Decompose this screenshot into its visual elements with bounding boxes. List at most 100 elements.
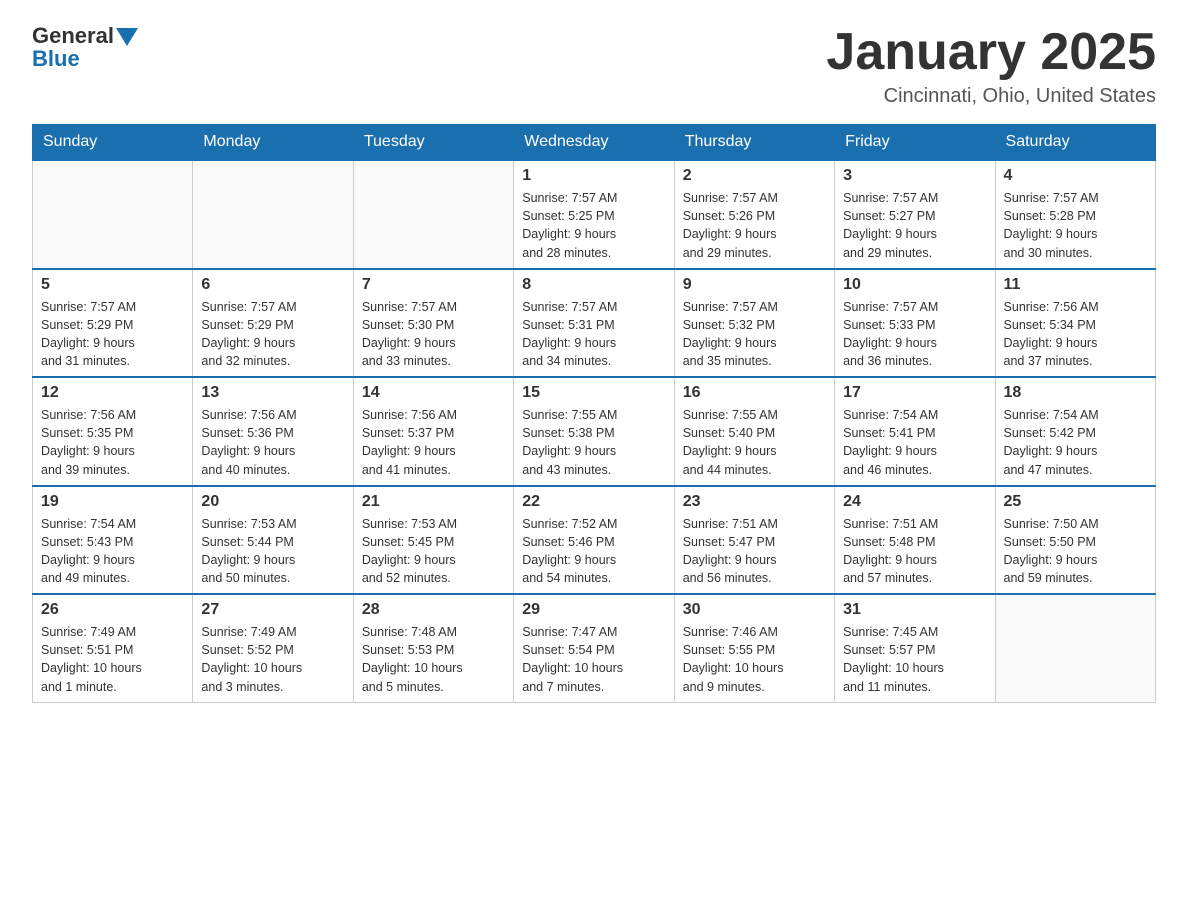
calendar-day-22: 22 Sunrise: 7:52 AMSunset: 5:46 PMDayligh… [514,486,674,595]
calendar-day-9: 9 Sunrise: 7:57 AMSunset: 5:32 PMDaylight… [674,269,834,378]
calendar-day-4: 4Sunrise: 7:57 AMSunset: 5:28 PMDaylight… [995,160,1155,269]
weekday-header-monday: Monday [193,125,353,161]
calendar-day-12: 12 Sunrise: 7:56 AMSunset: 5:35 PMDayligh… [33,377,193,486]
day-info: Sunrise: 7:56 AMSunset: 5:36 PMDaylight:… [201,406,344,479]
calendar-day-31: 31Sunrise: 7:45 AMSunset: 5:57 PMDayligh… [835,594,995,702]
day-info: Sunrise: 7:57 AMSunset: 5:26 PMDaylight:… [683,189,826,262]
calendar-day-6: 6Sunrise: 7:57 AMSunset: 5:29 PMDaylight… [193,269,353,378]
day-number: 22 [522,493,665,511]
day-number: 4 [1004,167,1147,185]
calendar-day-3: 3 Sunrise: 7:57 AMSunset: 5:27 PMDaylight… [835,160,995,269]
calendar-day-empty [33,160,193,269]
calendar-day-26: 26 Sunrise: 7:49 AMSunset: 5:51 PMDayligh… [33,594,193,702]
calendar-week-row: 5 Sunrise: 7:57 AMSunset: 5:29 PMDaylight… [33,269,1156,378]
calendar-day-13: 13 Sunrise: 7:56 AMSunset: 5:36 PMDayligh… [193,377,353,486]
day-info: Sunrise: 7:55 AMSunset: 5:38 PMDaylight:… [522,406,665,479]
calendar-week-row: 19Sunrise: 7:54 AMSunset: 5:43 PMDayligh… [33,486,1156,595]
day-info: Sunrise: 7:54 AMSunset: 5:42 PMDaylight:… [1004,406,1147,479]
day-number: 20 [201,493,344,511]
calendar-day-2: 2 Sunrise: 7:57 AMSunset: 5:26 PMDaylight… [674,160,834,269]
calendar-day-17: 17 Sunrise: 7:54 AMSunset: 5:41 PMDayligh… [835,377,995,486]
day-number: 13 [201,384,344,402]
day-info: Sunrise: 7:56 AMSunset: 5:37 PMDaylight:… [362,406,505,479]
day-info: Sunrise: 7:57 AMSunset: 5:31 PMDaylight:… [522,298,665,371]
weekday-header-wednesday: Wednesday [514,125,674,161]
calendar-day-29: 29 Sunrise: 7:47 AMSunset: 5:54 PMDayligh… [514,594,674,702]
calendar-day-25: 25 Sunrise: 7:50 AMSunset: 5:50 PMDayligh… [995,486,1155,595]
calendar-day-19: 19Sunrise: 7:54 AMSunset: 5:43 PMDayligh… [33,486,193,595]
day-number: 25 [1004,493,1147,511]
day-info: Sunrise: 7:54 AMSunset: 5:41 PMDaylight:… [843,406,986,479]
day-info: Sunrise: 7:57 AMSunset: 5:33 PMDaylight:… [843,298,986,371]
day-number: 24 [843,493,986,511]
day-number: 9 [683,276,826,294]
weekday-header-thursday: Thursday [674,125,834,161]
day-number: 2 [683,167,826,185]
location: Cincinnati, Ohio, United States [826,85,1156,108]
day-info: Sunrise: 7:51 AMSunset: 5:48 PMDaylight:… [843,515,986,588]
day-info: Sunrise: 7:54 AMSunset: 5:43 PMDaylight:… [41,515,184,588]
calendar-day-empty [193,160,353,269]
calendar-day-23: 23 Sunrise: 7:51 AMSunset: 5:47 PMDayligh… [674,486,834,595]
day-info: Sunrise: 7:57 AMSunset: 5:32 PMDaylight:… [683,298,826,371]
day-info: Sunrise: 7:57 AMSunset: 5:27 PMDaylight:… [843,189,986,262]
day-number: 29 [522,601,665,619]
day-info: Sunrise: 7:47 AMSunset: 5:54 PMDaylight:… [522,623,665,696]
calendar-day-7: 7Sunrise: 7:57 AMSunset: 5:30 PMDaylight… [353,269,513,378]
day-info: Sunrise: 7:51 AMSunset: 5:47 PMDaylight:… [683,515,826,588]
day-number: 30 [683,601,826,619]
calendar-day-21: 21 Sunrise: 7:53 AMSunset: 5:45 PMDayligh… [353,486,513,595]
day-number: 23 [683,493,826,511]
day-info: Sunrise: 7:57 AMSunset: 5:29 PMDaylight:… [201,298,344,371]
day-number: 12 [41,384,184,402]
page-header: General Blue January 2025 Cincinnati, Oh… [32,24,1156,108]
day-info: Sunrise: 7:48 AMSunset: 5:53 PMDaylight:… [362,623,505,696]
day-number: 7 [362,276,505,294]
logo-general: General [32,24,114,48]
day-info: Sunrise: 7:55 AMSunset: 5:40 PMDaylight:… [683,406,826,479]
day-number: 1 [522,167,665,185]
calendar-header-row: SundayMondayTuesdayWednesdayThursdayFrid… [33,125,1156,161]
day-info: Sunrise: 7:57 AMSunset: 5:29 PMDaylight:… [41,298,184,371]
calendar-day-30: 30 Sunrise: 7:46 AMSunset: 5:55 PMDayligh… [674,594,834,702]
weekday-header-friday: Friday [835,125,995,161]
day-number: 26 [41,601,184,619]
calendar-day-24: 24 Sunrise: 7:51 AMSunset: 5:48 PMDayligh… [835,486,995,595]
day-info: Sunrise: 7:53 AMSunset: 5:45 PMDaylight:… [362,515,505,588]
title-block: January 2025 Cincinnati, Ohio, United St… [826,24,1156,108]
day-number: 28 [362,601,505,619]
weekday-header-saturday: Saturday [995,125,1155,161]
day-info: Sunrise: 7:56 AMSunset: 5:35 PMDaylight:… [41,406,184,479]
calendar-day-28: 28 Sunrise: 7:48 AMSunset: 5:53 PMDayligh… [353,594,513,702]
day-number: 3 [843,167,986,185]
logo: General Blue [32,24,138,72]
day-number: 21 [362,493,505,511]
day-number: 14 [362,384,505,402]
day-number: 15 [522,384,665,402]
calendar-day-27: 27 Sunrise: 7:49 AMSunset: 5:52 PMDayligh… [193,594,353,702]
day-number: 10 [843,276,986,294]
calendar-day-empty [353,160,513,269]
weekday-header-tuesday: Tuesday [353,125,513,161]
day-number: 27 [201,601,344,619]
calendar-day-8: 8Sunrise: 7:57 AMSunset: 5:31 PMDaylight… [514,269,674,378]
day-info: Sunrise: 7:52 AMSunset: 5:46 PMDaylight:… [522,515,665,588]
weekday-header-sunday: Sunday [33,125,193,161]
day-number: 5 [41,276,184,294]
calendar-day-16: 16 Sunrise: 7:55 AMSunset: 5:40 PMDayligh… [674,377,834,486]
day-info: Sunrise: 7:49 AMSunset: 5:51 PMDaylight:… [41,623,184,696]
calendar-day-1: 1 Sunrise: 7:57 AMSunset: 5:25 PMDaylight… [514,160,674,269]
day-info: Sunrise: 7:49 AMSunset: 5:52 PMDaylight:… [201,623,344,696]
day-number: 17 [843,384,986,402]
logo-blue: Blue [32,46,80,72]
day-info: Sunrise: 7:57 AMSunset: 5:25 PMDaylight:… [522,189,665,262]
day-number: 31 [843,601,986,619]
day-info: Sunrise: 7:50 AMSunset: 5:50 PMDaylight:… [1004,515,1147,588]
day-info: Sunrise: 7:46 AMSunset: 5:55 PMDaylight:… [683,623,826,696]
day-number: 18 [1004,384,1147,402]
calendar-day-10: 10 Sunrise: 7:57 AMSunset: 5:33 PMDayligh… [835,269,995,378]
calendar-week-row: 26 Sunrise: 7:49 AMSunset: 5:51 PMDayligh… [33,594,1156,702]
calendar-week-row: 12 Sunrise: 7:56 AMSunset: 5:35 PMDayligh… [33,377,1156,486]
day-number: 16 [683,384,826,402]
month-title: January 2025 [826,24,1156,81]
